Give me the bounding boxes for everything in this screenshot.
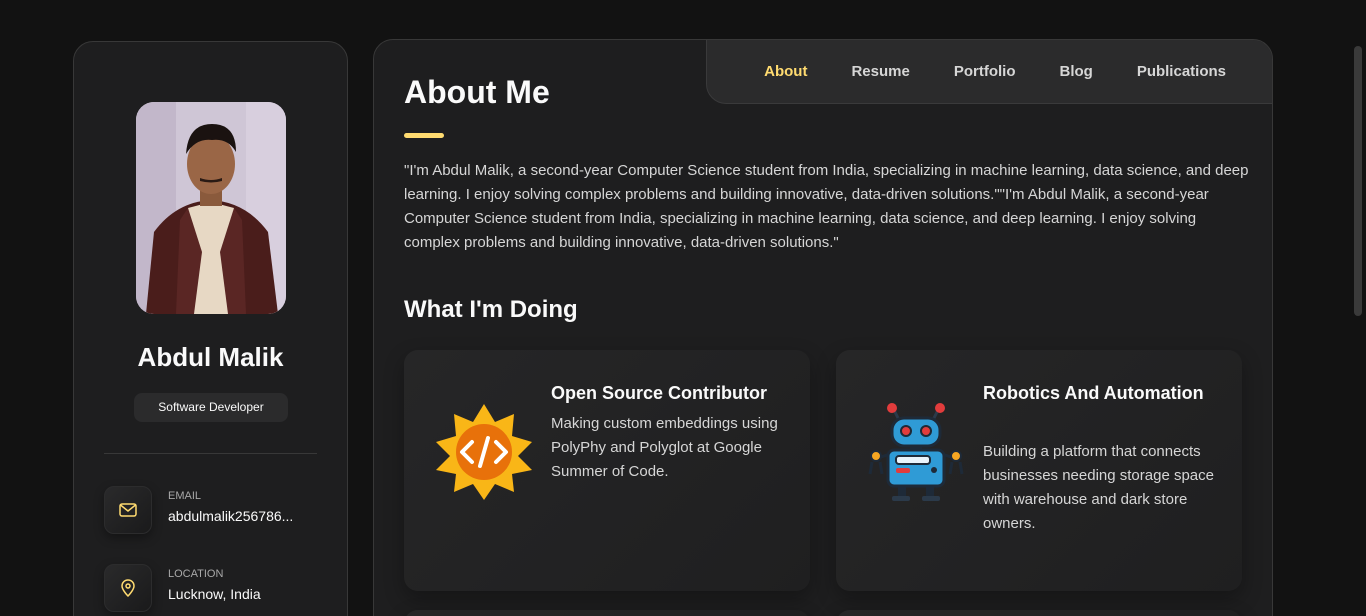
title-underline bbox=[404, 133, 444, 138]
service-title: Open Source Contributor bbox=[551, 383, 767, 403]
code-sun-icon bbox=[432, 400, 536, 504]
contact-label: Email bbox=[168, 490, 202, 502]
sidebar-divider bbox=[104, 453, 317, 454]
profile-name: Abdul Malik bbox=[137, 342, 284, 372]
nav-about[interactable]: About bbox=[764, 63, 807, 80]
avatar bbox=[136, 102, 286, 314]
person-photo-icon bbox=[136, 102, 286, 314]
role-badge: Software Developer bbox=[134, 393, 288, 422]
page-title: About Me bbox=[404, 74, 550, 110]
service-card-open-source: Open Source Contributor Making custom em… bbox=[404, 350, 810, 591]
page-scrollbar[interactable] bbox=[1350, 0, 1366, 616]
navbar: About Resume Portfolio Blog Publications bbox=[706, 40, 1272, 104]
service-card-robotics: Robotics And Automation Building a platf… bbox=[836, 350, 1242, 591]
nav-portfolio[interactable]: Portfolio bbox=[954, 63, 1016, 80]
contact-email: Email abdulmalik256786... bbox=[104, 486, 324, 534]
service-card-4 bbox=[836, 610, 1242, 616]
section-title: What I'm Doing bbox=[404, 296, 578, 323]
nav-resume[interactable]: Resume bbox=[851, 63, 909, 80]
nav-publications[interactable]: Publications bbox=[1137, 63, 1226, 80]
service-text: Making custom embeddings using PolyPhy a… bbox=[551, 415, 778, 480]
email-link[interactable]: abdulmalik256786... bbox=[168, 508, 318, 524]
service-card-3 bbox=[404, 610, 810, 616]
contact-location: Location Lucknow, India bbox=[104, 564, 324, 612]
nav-blog[interactable]: Blog bbox=[1059, 63, 1092, 80]
location-pin-icon bbox=[104, 564, 152, 612]
location-value: Lucknow, India bbox=[168, 586, 261, 602]
contact-label: Location bbox=[168, 568, 224, 580]
service-title: Robotics And Automation bbox=[983, 383, 1204, 403]
about-text: "I'm Abdul Malik, a second-year Computer… bbox=[404, 162, 1249, 251]
service-text: Building a platform that connects busine… bbox=[983, 443, 1214, 532]
robot-icon bbox=[864, 400, 968, 504]
main-panel: About Resume Portfolio Blog Publications… bbox=[373, 39, 1273, 616]
sidebar: Abdul Malik Software Developer Email abd… bbox=[73, 41, 348, 616]
mail-icon bbox=[104, 486, 152, 534]
scrollbar-thumb[interactable] bbox=[1354, 46, 1362, 316]
